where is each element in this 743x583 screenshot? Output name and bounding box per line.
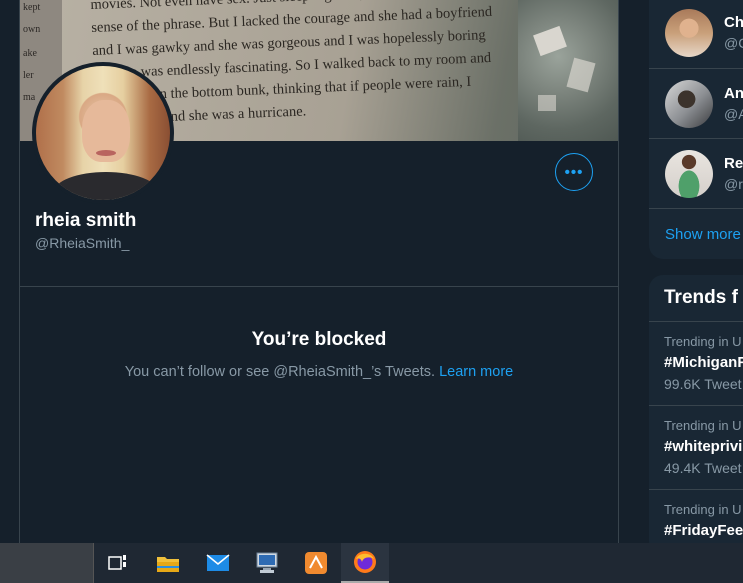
trend-item[interactable]: Trending in U #whiteprivi 49.4K Tweet [649,405,743,489]
divider [649,208,743,209]
avatar [665,150,713,198]
trends-title: Trends f [664,287,738,308]
suggested-user-handle: @r [724,176,743,192]
trend-item[interactable]: Trending in U #MichiganF 99.6K Tweet [649,321,743,405]
banner-margin-word: kept [23,2,41,13]
trend-context: Trending in U [664,334,742,349]
windows-taskbar [0,543,743,583]
blocked-title: You’re blocked [251,329,387,350]
banner-margin-word: ake [23,48,37,59]
avatar [665,9,713,57]
suggested-user-handle: @C [724,35,743,51]
show-more-link[interactable]: Show more [665,226,741,243]
suggested-user[interactable]: An @A [649,68,743,138]
banner-margin-word: ler [23,70,34,81]
avatar [665,80,713,128]
blocked-message: You can’t follow or see @RheiaSmith_’s T… [20,364,618,380]
suggested-user-name: Re [724,155,743,172]
profile-display-name: rheia smith [35,210,137,231]
trend-tweet-count: 49.4K Tweet [664,460,742,476]
trend-tweet-count: 99.6K Tweet [664,376,742,392]
who-to-follow-panel: Cha @C An @A Re @r Show more [649,0,743,259]
divider [20,286,618,287]
firefox-icon[interactable] [341,543,389,583]
suggested-user-name: An [724,85,743,102]
avatar-lips [96,150,116,156]
suggested-user[interactable]: Re @r [649,138,743,208]
more-icon: ••• [564,163,584,181]
suggested-user-name: Cha [724,14,743,31]
suggested-user[interactable]: Cha @C [649,0,743,68]
app-icon[interactable] [292,543,340,583]
trend-context: Trending in U [664,418,742,433]
blocked-message-text: You can’t follow or see @RheiaSmith_’s T… [124,364,436,380]
profile-handle: @RheiaSmith_ [35,235,130,251]
trend-hashtag: #MichiganF [664,354,743,371]
banner-blurred-background [518,0,618,141]
taskbar-search-box[interactable] [0,543,94,583]
banner-margin-word: ma [23,92,36,103]
avatar-clothing [54,172,158,200]
trends-panel: Trends f Trending in U #MichiganF 99.6K … [649,275,743,555]
trend-context: Trending in U [664,502,742,517]
banner-margin-word: own [23,24,41,35]
profile-column: kept own ake ler ma movies. Not even hav… [19,0,619,543]
remote-desktop-icon[interactable] [243,543,291,583]
task-view-icon[interactable] [94,543,142,583]
mail-icon[interactable] [194,543,242,583]
more-options-button[interactable]: ••• [555,153,593,191]
suggested-user-handle: @A [724,106,743,122]
learn-more-link[interactable]: Learn more [439,364,513,380]
profile-avatar[interactable] [32,62,174,204]
trend-hashtag: #whiteprivi [664,438,743,455]
file-explorer-icon[interactable] [144,543,192,583]
trend-hashtag: #FridayFee [664,522,743,539]
